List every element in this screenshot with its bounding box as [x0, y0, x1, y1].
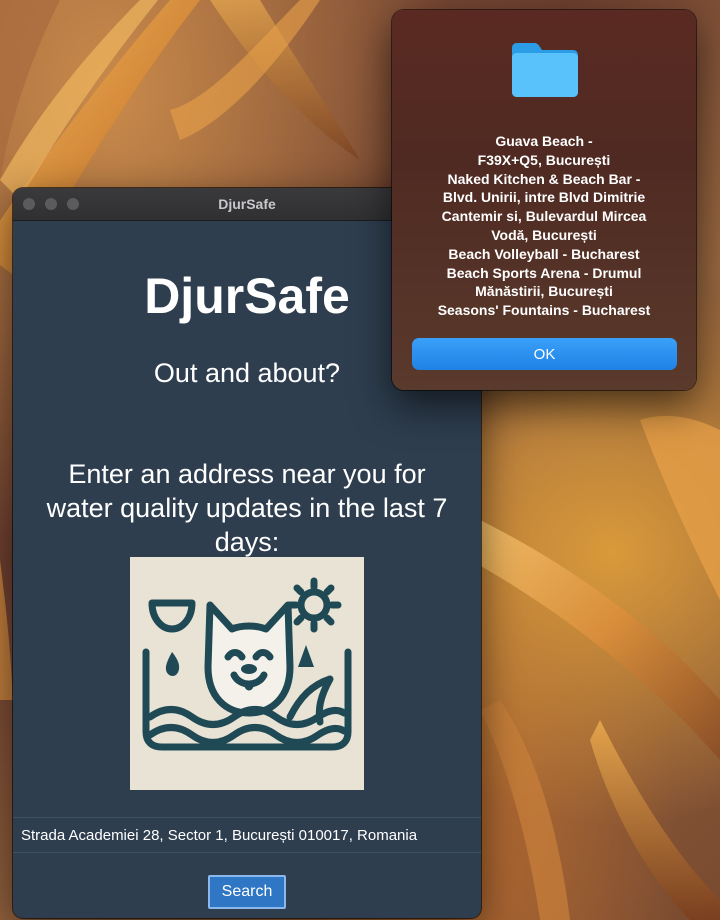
alert-message-line: Beach Volleyball - Bucharest: [448, 245, 640, 262]
alert-message-line: F39X+Q5, București: [477, 151, 611, 168]
alert-message-line: Mănăstirii, București: [475, 283, 613, 300]
alert-message: Guava Beach - F39X+Q5, București Naked K…: [412, 132, 676, 320]
alert-message-line: Guava Beach -: [495, 133, 593, 149]
search-button[interactable]: Search: [208, 875, 286, 909]
desktop: DjurSafe DjurSafe Out and about? Enter a…: [0, 0, 720, 920]
address-input[interactable]: [13, 817, 481, 853]
alert-message-line: Naked Kitchen & Beach Bar -: [447, 170, 641, 187]
alert-message-line: Seasons' Fountains - Bucharest: [437, 302, 651, 319]
alert-message-line: Blvd. Unirii, intre Blvd Dimitrie: [442, 189, 646, 206]
instructions-text: Enter an address near you for water qual…: [46, 459, 448, 557]
alert-dialog: Guava Beach - F39X+Q5, București Naked K…: [392, 10, 696, 390]
alert-message-line: Beach Sports Arena - Drumul: [446, 264, 642, 281]
dog-in-water-logo-icon: [130, 557, 364, 790]
folder-icon: [512, 43, 578, 97]
alert-message-line: Vodă, București: [491, 226, 597, 243]
ok-button[interactable]: OK: [412, 338, 677, 370]
logo-graphic: [142, 577, 352, 751]
alert-message-line: Cantemir si, Bulevardul Mircea: [441, 208, 647, 225]
